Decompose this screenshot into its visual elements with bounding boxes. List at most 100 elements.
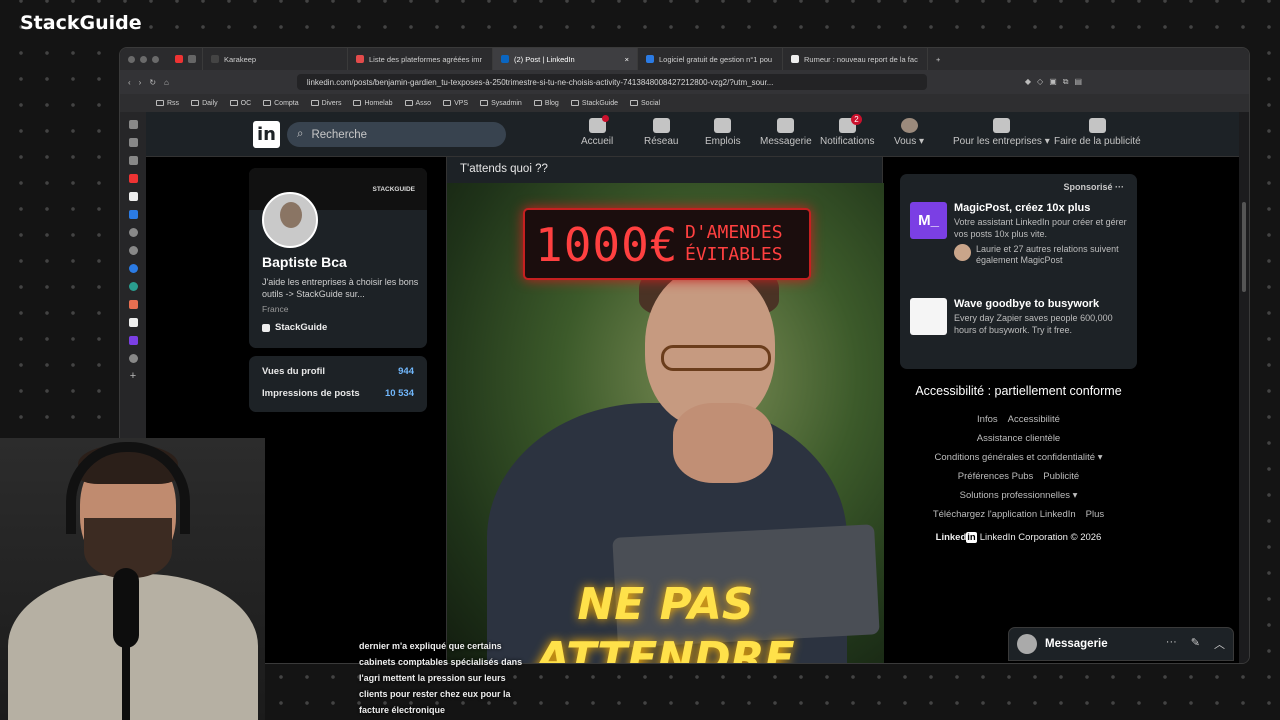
video-caption-line1: NE PAS: [577, 579, 754, 630]
post-video[interactable]: 1000€ D'AMENDES ÉVITABLES NE PAS ATTENDR…: [447, 183, 884, 663]
pinned-tabs[interactable]: [167, 48, 203, 70]
sponsored-header[interactable]: Sponsorisé ···: [1063, 182, 1124, 192]
bookmark-folder[interactable]: Compta: [263, 100, 299, 107]
nav-entreprises[interactable]: Pour les entreprises ▾: [953, 118, 1050, 147]
sidebar-app-icon[interactable]: [128, 138, 138, 147]
sidebar-app-icon[interactable]: [128, 264, 138, 273]
bookmark-folder[interactable]: Social: [630, 100, 660, 107]
message-icon: [777, 118, 795, 133]
sidebar-app-icon[interactable]: [128, 318, 138, 327]
footer-link[interactable]: Préférences Pubs: [958, 471, 1034, 482]
more-options-icon[interactable]: ···: [1166, 636, 1177, 652]
linkedin-navbar: in ⌕ Recherche Accueil Réseau Emplois Me…: [146, 112, 1239, 157]
nav-emplois[interactable]: Emplois: [705, 118, 741, 147]
reload-icon[interactable]: ↻: [149, 78, 156, 87]
search-bar[interactable]: ⌕ Recherche: [287, 122, 506, 147]
company-logo-icon: [262, 323, 270, 332]
sidebar-app-icon[interactable]: [128, 156, 138, 165]
url-field[interactable]: linkedin.com/posts/benjamin-gardien_tu-t…: [296, 74, 927, 90]
stat-row-impressions[interactable]: Impressions de posts 10 534: [262, 388, 414, 399]
tab-karakeep[interactable]: Karakeep: [203, 48, 348, 70]
sidebar-app-icon[interactable]: [128, 354, 138, 363]
stat-row-views[interactable]: Vues du profil 944: [262, 366, 414, 377]
footer-link[interactable]: Infos: [977, 414, 998, 425]
folder-icon: [533, 100, 542, 106]
tab-plateformes[interactable]: Liste des plateformes agréées imr: [348, 48, 493, 70]
new-tab-button[interactable]: +: [928, 48, 952, 70]
linkedin-page: in ⌕ Recherche Accueil Réseau Emplois Me…: [146, 112, 1239, 663]
back-icon[interactable]: ‹: [128, 78, 131, 87]
footer-link[interactable]: Assistance clientèle: [977, 433, 1060, 444]
bookmark-folder[interactable]: Blog: [533, 100, 559, 107]
neon-sign-amount: 1000€: [535, 218, 679, 272]
nav-messagerie[interactable]: Messagerie: [760, 118, 812, 147]
sidebar-app-icon[interactable]: [128, 336, 138, 345]
footer-link[interactable]: Conditions générales et confidentialité …: [935, 452, 1103, 463]
footer-link[interactable]: Accessibilité: [1008, 414, 1060, 425]
sidebar-app-icon[interactable]: [128, 192, 138, 201]
zapier-logo: [910, 298, 947, 335]
linkedin-wordmark-in: in: [966, 532, 977, 543]
nav-vous[interactable]: Vous ▾: [894, 118, 924, 147]
bookmark-folder[interactable]: VPS: [443, 100, 468, 107]
scrollbar-thumb[interactable]: [1242, 202, 1246, 292]
profile-name[interactable]: Baptiste Bca: [262, 254, 347, 270]
bookmark-folder[interactable]: StackGuide: [570, 100, 618, 107]
sidebar-app-icon[interactable]: [128, 246, 138, 255]
home-icon[interactable]: ⌂: [164, 78, 169, 87]
sidebar-app-icon[interactable]: [128, 120, 138, 129]
bookmark-folder[interactable]: OC: [229, 100, 251, 107]
search-icon: ⌕: [297, 128, 304, 140]
nav-notifications[interactable]: 2 Notifications: [820, 114, 874, 147]
nav-publicite[interactable]: Faire de la publicité: [1054, 118, 1141, 147]
bookmark-folder[interactable]: Divers: [310, 100, 341, 107]
forward-icon[interactable]: ›: [139, 78, 142, 87]
sidebar-app-icon[interactable]: [128, 282, 138, 291]
add-app-icon[interactable]: +: [129, 371, 138, 382]
relation-avatar: [954, 244, 971, 261]
tab-favicon: [356, 55, 364, 63]
footer-link[interactable]: Téléchargez l'application LinkedIn: [933, 509, 1076, 520]
profile-avatar[interactable]: [262, 192, 318, 248]
bookmark-folder[interactable]: Homelab: [353, 100, 393, 107]
neon-sign: 1000€ D'AMENDES ÉVITABLES: [523, 208, 811, 280]
linkedin-logo[interactable]: in: [253, 121, 280, 148]
messaging-widget[interactable]: Messagerie ··· ✎ ︿: [1008, 627, 1234, 661]
folder-icon: [570, 100, 579, 106]
folder-icon: [443, 100, 452, 106]
bookmark-folder[interactable]: Sysadmin: [480, 100, 522, 107]
avatar: [1017, 634, 1037, 654]
grid-icon: [992, 118, 1010, 133]
folder-icon: [191, 100, 200, 106]
page-scrollbar[interactable]: [1239, 112, 1249, 663]
address-bar-row: ‹ › ↻ ⌂ linkedin.com/posts/benjamin-gard…: [120, 70, 1249, 94]
magicpost-logo: M_: [910, 202, 947, 239]
profile-headline: J'aide les entreprises à choisir les bon…: [262, 277, 419, 299]
window-controls[interactable]: [120, 55, 167, 63]
tab-logiciel[interactable]: Logiciel gratuit de gestion n°1 pou: [638, 48, 783, 70]
compose-icon[interactable]: ✎: [1191, 636, 1200, 652]
footer-link[interactable]: Plus: [1086, 509, 1104, 520]
bookmark-folder[interactable]: Daily: [191, 100, 218, 107]
extensions-icons[interactable]: ◆◇▣⧉▤: [1025, 77, 1088, 87]
home-icon: [588, 115, 609, 133]
bell-icon: 2: [838, 114, 862, 133]
tab-rumeur[interactable]: Rumeur : nouveau report de la fac: [783, 48, 928, 70]
profile-company[interactable]: StackGuide: [262, 322, 327, 333]
footer-link[interactable]: Publicité: [1043, 471, 1079, 482]
sidebar-app-icon[interactable]: [128, 210, 138, 219]
bookmark-folder[interactable]: Asso: [404, 100, 431, 107]
banner-tag: STACKGUIDE: [372, 186, 416, 193]
footer-link[interactable]: Solutions professionnelles ▾: [960, 490, 1078, 501]
chevron-up-icon[interactable]: ︿: [1214, 636, 1225, 652]
sidebar-app-icon[interactable]: [128, 174, 138, 183]
footer-links: Infos Accessibilité Assistance clientèle …: [900, 410, 1137, 524]
sidebar-app-icon[interactable]: [128, 228, 138, 237]
bookmark-folder[interactable]: Rss: [156, 100, 179, 107]
sidebar-app-icon[interactable]: [128, 300, 138, 309]
nav-accueil[interactable]: Accueil: [581, 115, 613, 147]
tab-linkedin-post[interactable]: (2) Post | LinkedIn ×: [493, 48, 638, 70]
close-tab-icon[interactable]: ×: [625, 55, 629, 64]
nav-reseau[interactable]: Réseau: [644, 118, 678, 147]
search-input[interactable]: Recherche: [311, 129, 367, 141]
